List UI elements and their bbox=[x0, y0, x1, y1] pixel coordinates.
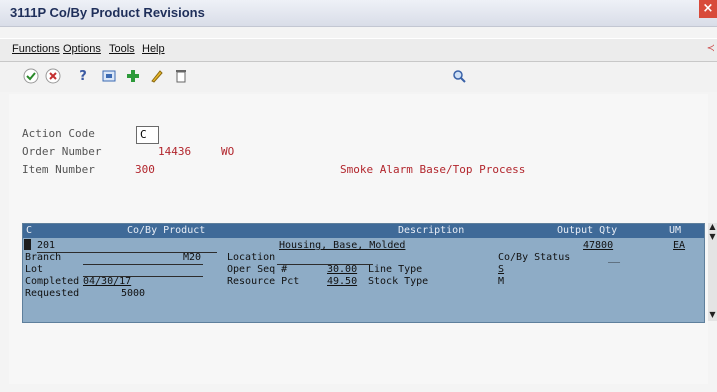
completed-value[interactable]: 04/30/17 bbox=[83, 276, 131, 287]
ok-icon[interactable] bbox=[22, 68, 40, 86]
new-record-icon[interactable] bbox=[100, 68, 118, 86]
row-product-value[interactable]: 201 bbox=[37, 240, 55, 251]
branch-label: Branch bbox=[25, 252, 62, 263]
window-resize-icon: ≺ bbox=[706, 43, 715, 54]
row-description-value[interactable]: Housing, Base, Molded bbox=[279, 240, 405, 251]
menu-functions[interactable]: Functions bbox=[12, 43, 60, 55]
menu-help[interactable]: Help bbox=[142, 43, 165, 55]
delete-icon[interactable] bbox=[172, 68, 190, 86]
oper-seq-label: Oper Seq # bbox=[227, 264, 288, 275]
column-header-output-qty[interactable]: Output Qty bbox=[557, 225, 617, 236]
row-output-qty-value[interactable]: 47800 bbox=[583, 240, 613, 251]
stock-type-value[interactable]: M bbox=[498, 276, 504, 287]
action-code-label: Action Code bbox=[22, 127, 95, 140]
action-code-input[interactable]: C bbox=[136, 126, 159, 144]
toolbar: ? bbox=[0, 62, 717, 92]
menu-options[interactable]: Options bbox=[63, 43, 101, 55]
location-input[interactable] bbox=[277, 264, 373, 265]
grid-scrollbar[interactable]: ▲ ▼ ▼ bbox=[708, 223, 717, 321]
resource-pct-value[interactable]: 49.50 bbox=[327, 276, 357, 287]
resource-pct-label: Resource Pct bbox=[227, 276, 300, 287]
co-by-status-value[interactable]: __ bbox=[608, 252, 620, 263]
row-selector[interactable] bbox=[24, 239, 31, 250]
column-header-product[interactable]: Co/By Product bbox=[127, 225, 205, 236]
scroll-down-icon[interactable]: ▼ bbox=[708, 311, 717, 319]
help-icon[interactable]: ? bbox=[74, 68, 92, 86]
row-um-value[interactable]: EA bbox=[673, 240, 685, 251]
window-title: 3111P Co/By Product Revisions bbox=[10, 5, 205, 20]
co-by-status-label: Co/By Status bbox=[498, 252, 571, 263]
menu-bar: Functions Options Tools Help ≺ bbox=[0, 38, 717, 62]
menu-tools[interactable]: Tools bbox=[109, 43, 135, 55]
order-number-value: 14436 bbox=[158, 145, 192, 158]
application-window: 3111P Co/By Product Revisions × Function… bbox=[0, 0, 717, 392]
add-icon[interactable] bbox=[124, 68, 142, 86]
order-type-value: WO bbox=[221, 145, 235, 158]
order-number-label: Order Number bbox=[22, 145, 102, 158]
title-bar: 3111P Co/By Product Revisions × bbox=[0, 0, 717, 27]
item-number-label: Item Number bbox=[22, 163, 95, 176]
scroll-up-icon[interactable]: ▲ bbox=[708, 223, 717, 231]
column-header-description[interactable]: Description bbox=[398, 225, 464, 236]
completed-label: Completed bbox=[25, 276, 80, 287]
search-icon[interactable] bbox=[450, 68, 468, 86]
line-type-label: Line Type bbox=[368, 264, 423, 275]
cancel-icon[interactable] bbox=[44, 68, 62, 86]
column-header-c[interactable]: C bbox=[26, 225, 32, 236]
lot-label: Lot bbox=[25, 264, 44, 275]
close-button[interactable]: × bbox=[699, 0, 717, 18]
oper-seq-value[interactable]: 30.00 bbox=[327, 264, 357, 275]
scroll-down-small-icon[interactable]: ▼ bbox=[708, 233, 717, 241]
stock-type-label: Stock Type bbox=[368, 276, 429, 287]
requested-label: Requested bbox=[25, 288, 80, 299]
requested-value[interactable]: 5000 bbox=[121, 288, 145, 299]
edit-pencil-icon[interactable] bbox=[148, 68, 166, 86]
line-type-value[interactable]: S bbox=[498, 264, 504, 275]
location-label: Location bbox=[227, 252, 276, 263]
branch-value[interactable]: M20 bbox=[183, 252, 201, 263]
products-grid: C Co/By Product Description Output Qty U… bbox=[22, 223, 705, 323]
branch-underline bbox=[83, 264, 203, 265]
column-header-um[interactable]: UM bbox=[669, 225, 681, 236]
item-description: Smoke Alarm Base/Top Process bbox=[340, 163, 526, 176]
item-number-value: 300 bbox=[135, 163, 155, 176]
grid-header: C Co/By Product Description Output Qty U… bbox=[23, 224, 704, 238]
